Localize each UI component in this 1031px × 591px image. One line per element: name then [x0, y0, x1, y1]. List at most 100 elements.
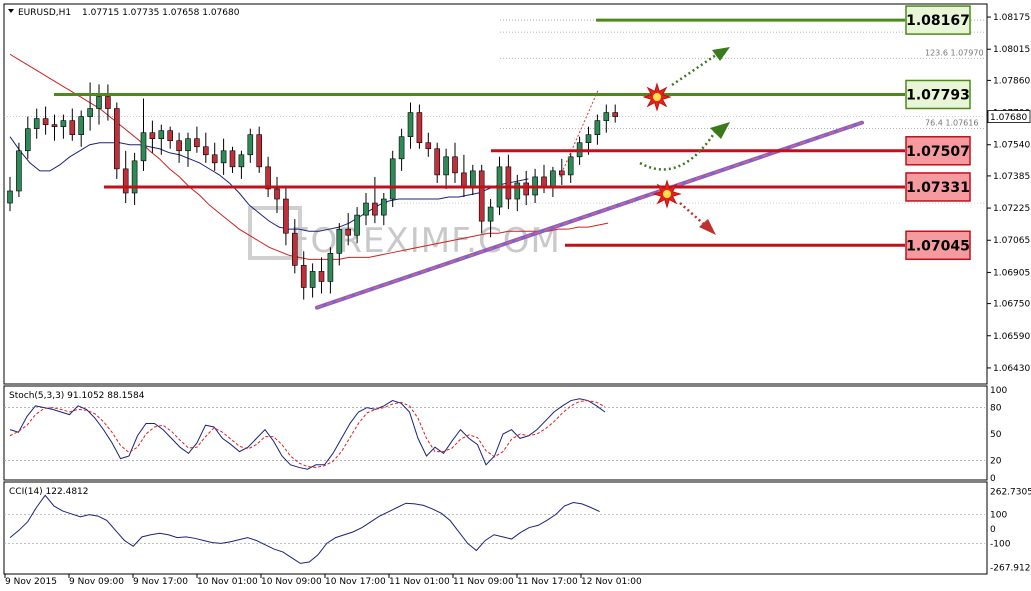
- candle-bull: [96, 96, 102, 109]
- cci-ytick-label: 0: [990, 525, 996, 535]
- candle-bull: [363, 202, 369, 216]
- candle-bear: [541, 176, 547, 188]
- xtick-label: 12 Nov 01:00: [581, 577, 642, 587]
- cci-ytick-label: 100: [990, 511, 1007, 521]
- price-ytick-label: 1.07860: [993, 76, 1030, 86]
- candle-bull: [327, 253, 334, 282]
- ohlc-label: 1.07715 1.07735 1.07658 1.07680: [82, 8, 240, 18]
- breakout-burst-icon-core: [653, 93, 661, 101]
- candle-bear: [291, 232, 298, 266]
- candle-bear: [434, 148, 441, 176]
- stoch-ytick-label: 50: [990, 430, 1002, 440]
- level-label-1.07793: 1.07793: [906, 87, 970, 103]
- candle-bear: [274, 188, 280, 200]
- candle-bear: [105, 96, 111, 109]
- candle-bear: [461, 172, 467, 188]
- candle-bull: [7, 190, 13, 204]
- candle-bear: [203, 146, 209, 156]
- price-ytick-label: 1.06590: [993, 332, 1030, 342]
- candle-bear: [194, 138, 200, 148]
- candle-bear: [176, 140, 182, 152]
- level-label-1.07507: 1.07507: [906, 144, 970, 160]
- stoch-panel[interactable]: [3, 385, 988, 481]
- candle-bear: [211, 154, 218, 164]
- level-label-1.07045: 1.07045: [906, 238, 970, 254]
- candle-bear: [149, 132, 156, 140]
- xtick-label: 9 Nov 2015: [5, 577, 57, 587]
- cci-title: CCI(14) 122.4812: [9, 487, 89, 497]
- candle-bull: [398, 136, 405, 160]
- symbol-label: EURUSD,H1: [18, 8, 71, 18]
- candle-bull: [389, 158, 396, 200]
- chart-root: FOREXIMF.COM 123.6 1.07970 76.4 1.07616 1.…: [0, 0, 1031, 591]
- price-ytick-label: 1.07540: [993, 141, 1030, 151]
- candle-bear: [612, 112, 619, 117]
- xtick-label: 11 Nov 09:00: [453, 577, 514, 587]
- candle-bull: [407, 112, 414, 137]
- price-panel[interactable]: [3, 3, 988, 385]
- candle-bull: [158, 130, 165, 140]
- xtick-label: 11 Nov 17:00: [517, 577, 578, 587]
- stoch-ytick-label: 80: [990, 404, 1002, 414]
- candle-bear: [283, 198, 289, 234]
- candle-bear: [69, 120, 76, 135]
- stoch-ytick-label: 20: [990, 456, 1002, 466]
- candle-bear: [505, 166, 512, 200]
- price-ytick-label: 1.06905: [993, 268, 1030, 278]
- cci-ytick-label: -267.9124: [990, 563, 1031, 573]
- candle-bull: [185, 138, 191, 152]
- candle-bull: [87, 108, 93, 117]
- candle-bear: [122, 168, 129, 194]
- breakdown-burst-icon-core: [663, 190, 671, 198]
- level-label-1.07331: 1.07331: [906, 180, 970, 196]
- candle-bear: [425, 142, 432, 150]
- candle-bull: [443, 156, 449, 176]
- price-ytick-label: 1.06750: [993, 300, 1030, 310]
- xtick-label: 9 Nov 09:00: [69, 577, 124, 587]
- candle-bull: [238, 154, 245, 168]
- chart-svg[interactable]: FOREXIMF.COM 123.6 1.0797076.4 1.076161.…: [0, 0, 1031, 591]
- candle-bull: [603, 112, 610, 121]
- stoch-ytick-label: 100: [990, 386, 1007, 396]
- cci-ytick-label: 262.7305: [990, 487, 1031, 497]
- candle-bull: [354, 214, 360, 236]
- chart-header: EURUSD,H1 1.07715 1.07735 1.07658 1.0768…: [8, 8, 240, 18]
- candle-bull: [487, 206, 494, 222]
- cci-panel[interactable]: [3, 481, 988, 575]
- candle-bull: [24, 128, 31, 152]
- candle-bull: [585, 134, 592, 144]
- fibo-label: 123.6 1.07970: [925, 48, 984, 57]
- price-ytick-label: 1.06430: [993, 364, 1030, 374]
- candle-bear: [51, 124, 58, 127]
- candle-bear: [256, 134, 263, 168]
- candle-bear: [300, 265, 307, 288]
- price-ytick-label: 1.07385: [993, 172, 1030, 182]
- candle-bull: [16, 150, 22, 192]
- price-ytick-label: 1.08175: [993, 13, 1030, 23]
- cci-ytick-label: -100: [990, 539, 1011, 549]
- candle-bull: [550, 170, 556, 188]
- candle-bull: [469, 170, 476, 188]
- price-ytick-label: 1.08015: [993, 45, 1030, 55]
- candle-bull: [380, 198, 387, 216]
- candle-bear: [523, 182, 530, 196]
- xtick-label: 10 Nov 09:00: [261, 577, 322, 587]
- current-price-label: 1.07680: [990, 113, 1027, 123]
- xtick-label: 11 Nov 01:00: [389, 577, 450, 587]
- candle-bear: [345, 228, 352, 236]
- candle-bull: [567, 156, 574, 176]
- candle-bear: [478, 170, 485, 222]
- xtick-label: 10 Nov 01:00: [197, 577, 258, 587]
- candle-bear: [452, 156, 458, 174]
- stoch-title: Stoch(5,3,3) 91.1052 88.1584: [9, 391, 145, 401]
- candle-bear: [42, 118, 49, 125]
- candle-bull: [60, 120, 67, 127]
- price-ytick-label: 1.07225: [993, 204, 1030, 214]
- candle-bull: [78, 116, 84, 135]
- price-ytick-label: 1.07065: [993, 236, 1030, 246]
- candle-bull: [309, 271, 316, 288]
- candle-bear: [229, 150, 236, 168]
- candle-bear: [114, 108, 120, 170]
- candle-bull: [336, 228, 343, 254]
- candle-bear: [372, 202, 378, 216]
